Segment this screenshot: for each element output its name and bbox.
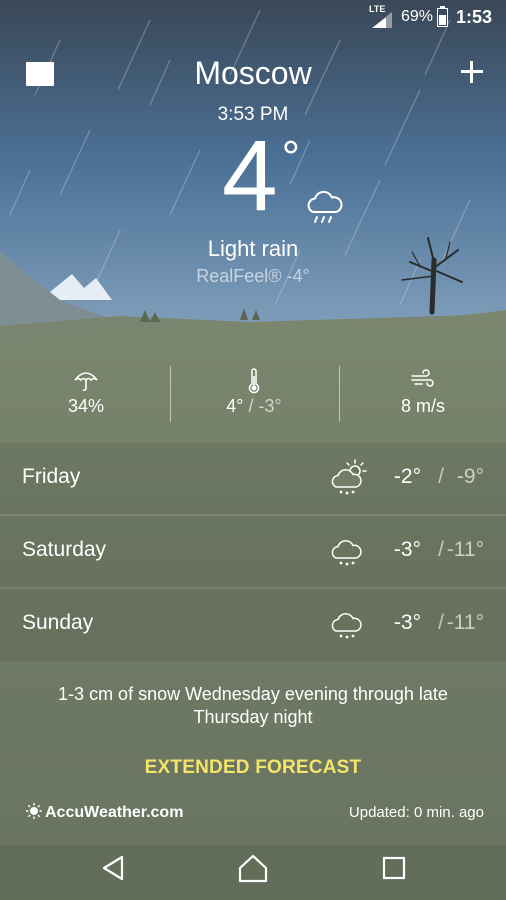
temperature-range-stat: 4° / -3° [170, 368, 338, 417]
forecast-high: -3° [393, 611, 421, 634]
realfeel-text: RealFeel® -4° [196, 266, 310, 286]
wind-stat: 8 m/s [339, 368, 506, 417]
partly-sunny-snow-icon [331, 459, 367, 495]
recents-icon [382, 856, 406, 880]
temp-separator: / [438, 465, 444, 488]
temperature-value: 4 [222, 120, 278, 232]
accuweather-brand: AccuWeather.com [45, 804, 184, 821]
wind-icon [411, 369, 434, 387]
umbrella-icon [74, 372, 98, 392]
forecast-low: -9° [456, 465, 484, 488]
wind-value: 8 m/s [400, 396, 445, 416]
add-location-button[interactable] [458, 58, 486, 88]
forecast-day: Sunday [22, 611, 94, 634]
forecast-low: -11° [446, 538, 484, 561]
cloud-rain-icon [307, 190, 343, 223]
temp-separator: / [438, 538, 444, 561]
condition-text: Light rain [207, 236, 299, 261]
back-icon [102, 855, 124, 881]
extended-forecast-button[interactable]: EXTENDED FORECAST [0, 756, 506, 780]
temp-range-low: -3° [258, 396, 282, 416]
accuweather-sun-icon [26, 803, 42, 819]
status-time: 1:53 [456, 7, 493, 27]
home-button[interactable] [238, 853, 268, 886]
forecast-note: 1-3 cm of snow Wednesday evening through… [58, 684, 448, 727]
accuweather-link[interactable]: AccuWeather.com [26, 803, 183, 822]
current-temperature: 4° [222, 126, 300, 226]
temp-range-high: 4° [226, 396, 244, 416]
updated-text: Updated: 0 min. ago [348, 804, 484, 821]
city-title: Moscow [194, 55, 312, 91]
forecast-day: Saturday [22, 538, 107, 561]
temp-separator: / [438, 611, 444, 634]
recents-button[interactable] [381, 853, 407, 886]
navigation-bar [0, 845, 506, 900]
degree-symbol: ° [281, 131, 301, 183]
cloud-snow-icon [331, 613, 362, 639]
temp-range-separator: / [243, 396, 259, 416]
status-bar: LTE 69% 1:53 [0, 0, 506, 34]
precipitation-value: 34% [67, 396, 105, 416]
precipitation-stat: 34% [2, 368, 170, 417]
forecast-high: -2° [393, 465, 421, 488]
home-icon [238, 854, 268, 883]
forecast-row[interactable]: Sunday -3° / -11° [0, 589, 506, 661]
forecast-day: Friday [22, 465, 81, 488]
back-button[interactable] [98, 853, 128, 886]
battery-icon [437, 6, 448, 27]
forecast-row[interactable]: Saturday -3° / -11° [0, 516, 506, 588]
forecast-row[interactable]: Friday -2° / -9° [0, 443, 506, 515]
forecast-low: -11° [446, 611, 484, 634]
battery-percent: 69% [401, 8, 434, 25]
cloud-snow-icon [331, 540, 362, 566]
signal-icon [372, 12, 392, 28]
forecast-high: -3° [393, 538, 421, 561]
thermometer-icon [248, 368, 260, 394]
